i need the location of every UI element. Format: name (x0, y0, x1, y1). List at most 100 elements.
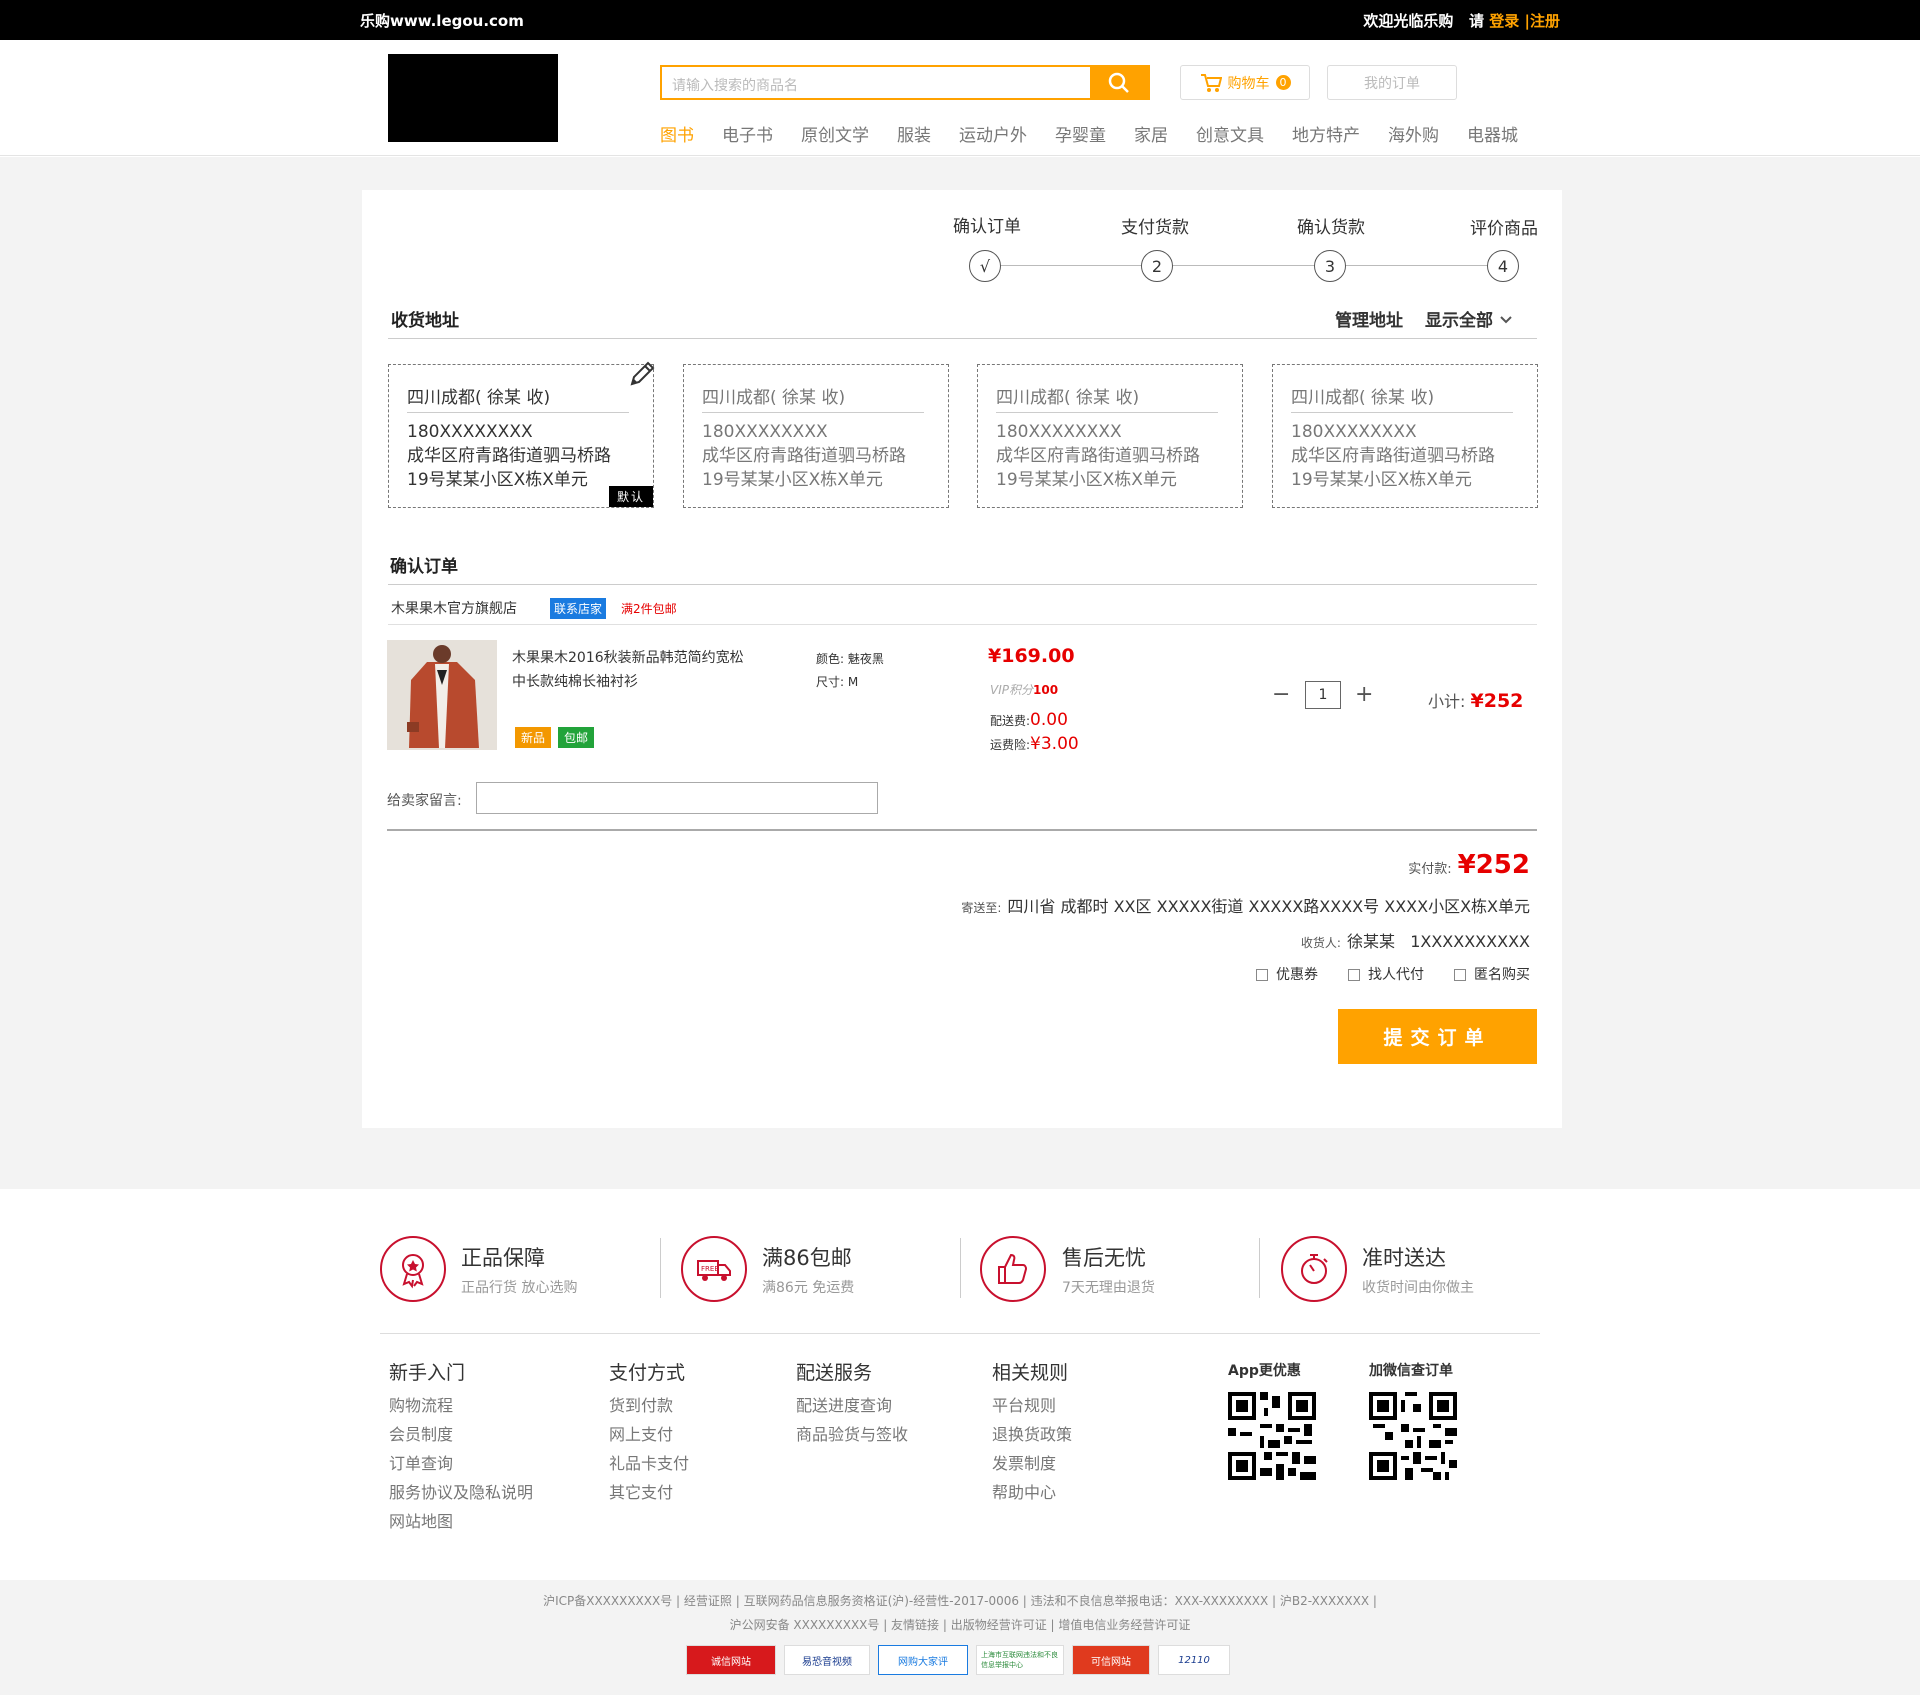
nav-item[interactable]: 孕婴童 (1055, 121, 1106, 146)
vip-value: 100 (1033, 683, 1059, 697)
decrease-qty-button[interactable]: − (1272, 682, 1290, 707)
nav-item[interactable]: 海外购 (1388, 121, 1439, 146)
step-label: 支付货款 (1121, 218, 1189, 238)
address-details: 180XXXXXXXX 成华区府青路街道驷马桥路 19号某某小区X栋X单元 (702, 420, 906, 492)
footer-link[interactable]: 购物流程 (389, 1391, 533, 1420)
footer-link[interactable]: 配送进度查询 (796, 1391, 908, 1420)
option-label: 优惠券 (1276, 967, 1318, 983)
footer-link[interactable]: 其它支付 (609, 1478, 689, 1507)
step-circle: 4 (1487, 250, 1519, 282)
anonymous-checkbox[interactable]: 匿名购买 (1454, 964, 1530, 984)
address-card-default[interactable]: 四川成都( 徐某 收) 180XXXXXXXX 成华区府青路街道驷马桥路 19号… (388, 361, 655, 508)
footer-link[interactable]: 货到付款 (609, 1391, 689, 1420)
register-link[interactable]: 注册 (1530, 12, 1560, 30)
step-label: 评价商品 (1470, 219, 1538, 239)
contact-store-button[interactable]: 联系店家 (550, 598, 607, 619)
address-card[interactable]: 四川成都( 徐某 收) 180XXXXXXXX 成华区府青路街道驷马桥路 19号… (977, 364, 1243, 508)
footer-link[interactable]: 服务协议及隐私说明 (389, 1478, 533, 1507)
show-all-toggle[interactable]: 显示全部 (1425, 306, 1513, 331)
footer-link[interactable]: 会员制度 (389, 1420, 533, 1449)
footer-column-guide: 新手入门 购物流程 会员制度 订单查询 服务协议及隐私说明 网站地图 (389, 1358, 533, 1536)
quantity-input[interactable]: 1 (1305, 681, 1341, 709)
coupon-checkbox[interactable]: 优惠券 (1256, 964, 1318, 984)
increase-qty-button[interactable]: + (1355, 682, 1373, 707)
card-divider (702, 412, 924, 413)
subtotal: 小计: ¥252 (1428, 688, 1523, 712)
nav-item[interactable]: 运动户外 (959, 121, 1027, 146)
footer-column-title: 新手入门 (389, 1362, 466, 1384)
paid-label: 实付款: (1408, 862, 1452, 877)
footer-link[interactable]: 帮助中心 (992, 1478, 1072, 1507)
address-line-2: 19号某某小区X栋X单元 (407, 470, 588, 490)
footer-link[interactable]: 退换货政策 (992, 1420, 1072, 1449)
footer-link[interactable]: 订单查询 (389, 1449, 533, 1478)
my-orders-button[interactable]: 我的订单 (1327, 65, 1457, 100)
address-card[interactable]: 四川成都( 徐某 收) 180XXXXXXXX 成华区府青路街道驷马桥路 19号… (683, 364, 949, 508)
promo-text: 满2件包邮 (621, 602, 677, 616)
option-label: 匿名购买 (1474, 967, 1530, 983)
search-input[interactable]: 请输入搜索的商品名 (672, 75, 798, 95)
nav-item[interactable]: 创意文具 (1196, 121, 1264, 146)
footer-link[interactable]: 网站地图 (389, 1507, 533, 1536)
nav-item[interactable]: 图书 (660, 121, 694, 146)
nav-item[interactable]: 电子书 (722, 121, 773, 146)
footer-link[interactable]: 发票制度 (992, 1449, 1072, 1478)
footer-link[interactable]: 网上支付 (609, 1420, 689, 1449)
address-card[interactable]: 四川成都( 徐某 收) 180XXXXXXXX 成华区府青路街道驷马桥路 19号… (1272, 364, 1538, 508)
insurance-value: ¥3.00 (1030, 734, 1079, 754)
footer-column-title: 配送服务 (796, 1362, 873, 1384)
footer-link[interactable]: 平台规则 (992, 1391, 1072, 1420)
paid-value: ¥252 (1457, 850, 1530, 880)
footer-link[interactable]: 商品验货与签收 (796, 1420, 908, 1449)
progress-line (985, 265, 1495, 266)
login-link[interactable]: 登录 (1489, 12, 1519, 30)
checkbox-box[interactable] (1256, 969, 1268, 981)
nav-item[interactable]: 地方特产 (1292, 121, 1360, 146)
message-input[interactable] (476, 782, 878, 814)
search-button[interactable] (1090, 67, 1148, 98)
cert-badge[interactable]: 诚信网站 (686, 1645, 776, 1675)
nav-item[interactable]: 家居 (1134, 121, 1168, 146)
address-section-title: 收货地址 (391, 311, 459, 331)
welcome-text: 欢迎光临乐购 请 登录 |注册 (1363, 10, 1560, 31)
product-size: 尺寸: M (816, 673, 858, 690)
receiver-value: 徐某某 1XXXXXXXXXX (1346, 932, 1530, 951)
cert-badge[interactable]: 12110 (1158, 1645, 1230, 1675)
checkbox-box[interactable] (1348, 969, 1360, 981)
ship-to: 寄送至: 四川省 成都时 XX区 XXXXX街道 XXXXX路XXXX号 XXX… (961, 893, 1530, 917)
cert-badge[interactable]: 可信网站 (1072, 1645, 1150, 1675)
thumbs-up-icon (980, 1236, 1046, 1302)
site-url[interactable]: 乐购www.legou.com (360, 10, 524, 31)
nav-item[interactable]: 服装 (897, 121, 931, 146)
footer-link[interactable]: 礼品卡支付 (609, 1449, 689, 1478)
size-value: M (847, 675, 859, 689)
product-image[interactable] (387, 640, 497, 750)
cert-badge[interactable]: 网购大家评 (878, 1645, 968, 1675)
insurance-label: 运费险: (990, 738, 1031, 752)
shipping-fee: 配送费:0.00 (990, 710, 1068, 730)
pay-for-me-checkbox[interactable]: 找人代付 (1348, 964, 1424, 984)
product-name[interactable]: 木果果木2016秋装新品韩范简约宽松 中长款纯棉长袖衬衫 (512, 646, 744, 694)
nav-item[interactable]: 原创文学 (801, 121, 869, 146)
new-tag: 新品 (515, 727, 552, 748)
store-name[interactable]: 木果果木官方旗舰店 (391, 598, 517, 618)
checkbox-box[interactable] (1454, 969, 1466, 981)
message-label: 给卖家留言: (387, 793, 462, 809)
nav-item[interactable]: 电器城 (1467, 121, 1518, 146)
divider (388, 624, 1537, 625)
app-qr-code[interactable] (1228, 1392, 1316, 1480)
product-color: 颜色: 魅夜黑 (816, 650, 884, 667)
submit-order-button[interactable]: 提交订单 (1338, 1009, 1537, 1064)
cert-badge[interactable]: 易恐音视频 (784, 1645, 870, 1675)
cart-button[interactable]: 购物车 0 (1180, 65, 1310, 100)
logo[interactable] (388, 54, 558, 142)
edit-pencil-icon[interactable] (627, 359, 657, 393)
default-badge: 默认 (608, 486, 653, 507)
order-options: 优惠券 找人代付 匿名购买 (1256, 964, 1530, 984)
summary-divider (387, 829, 1537, 831)
cert-badge[interactable]: 上海市互联网违法和不良信息举报中心 (976, 1645, 1064, 1675)
manage-address-link[interactable]: 管理地址 (1335, 306, 1403, 331)
feature-title: 满86包邮 (762, 1246, 852, 1270)
search-icon (1108, 72, 1129, 93)
wechat-qr-code[interactable] (1369, 1392, 1457, 1480)
